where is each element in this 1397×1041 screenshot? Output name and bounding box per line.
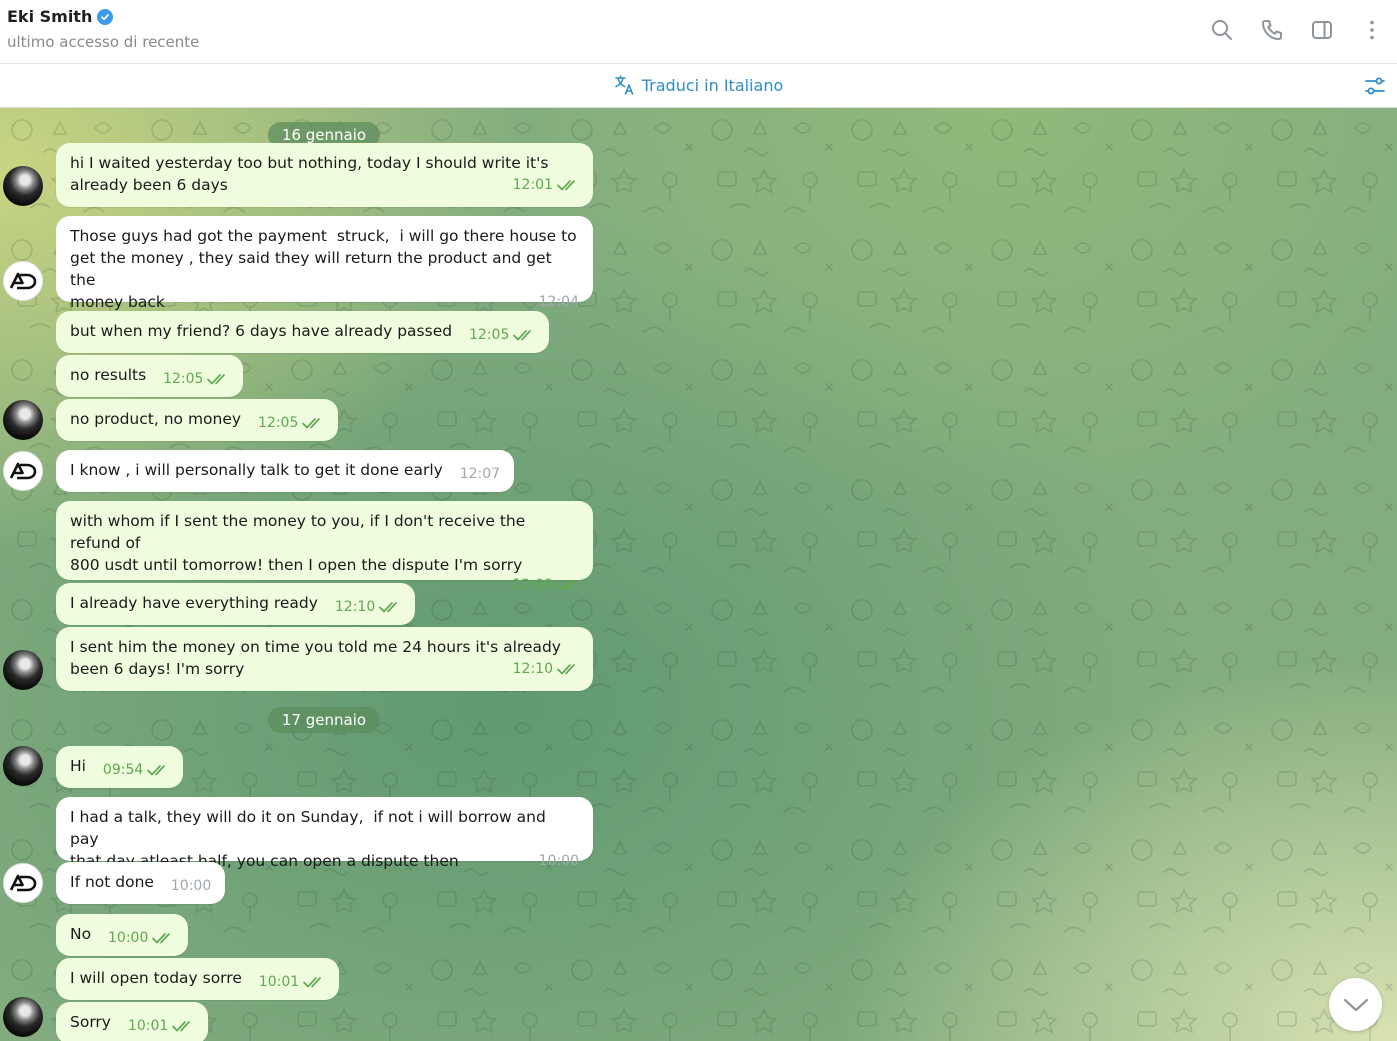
message-meta: 12:10 [335,596,401,618]
message-meta: 10:01 [128,1015,194,1037]
message-bubble-incoming[interactable]: I had a talk, they will do it on Sunday,… [56,797,593,870]
double-check-icon [557,180,575,191]
message-time: 12:05 [258,415,299,431]
double-check-icon [207,374,226,385]
message-meta: 09:54 [103,759,169,781]
ad-logo-icon [9,272,37,290]
message-text: with whom if I sent the money to you, if… [70,512,526,574]
sender-avatar[interactable] [3,746,43,786]
message-time: 12:05 [469,327,510,343]
message-meta: 10:01 [259,971,325,993]
message-bubble-outgoing[interactable]: but when my friend? 6 days have already … [56,311,550,353]
message-text: no results [70,366,147,384]
message-text: If not done [70,873,154,891]
contact-name[interactable]: Eki Smith [7,7,92,26]
message-bubble-outgoing[interactable]: no product, no money 12:05 [56,399,339,441]
message-time: 10:01 [258,974,300,990]
sender-avatar[interactable] [3,863,43,903]
translate-button[interactable]: Traduci in Italiano [0,74,1397,96]
message-time: 10:00 [108,930,149,946]
message-bubble-outgoing[interactable]: Hi 09:54 [56,746,184,788]
message-meta: 12:07 [460,463,500,485]
double-check-icon [147,765,166,776]
sliders-icon [1365,77,1385,95]
message-time: 12:04 [538,294,579,310]
message-bubble-outgoing[interactable]: I sent him the money on time you told me… [56,627,593,691]
search-icon [1212,20,1232,40]
sidebar-toggle-icon [1312,21,1332,39]
message-bubble-outgoing[interactable]: No 10:00 [56,914,189,956]
sender-avatar[interactable] [3,997,43,1037]
message-text: Sorry [70,1013,111,1031]
message-bubble-outgoing[interactable]: I will open today sorre 10:01 [56,958,340,1000]
sender-avatar[interactable] [3,261,43,301]
toggle-sidebar-button[interactable] [1297,14,1347,46]
message-meta: 10:00 [171,875,211,897]
search-button[interactable] [1197,14,1247,46]
message-time: 12:10 [334,599,376,615]
date-separator: 17 gennaio [267,707,381,733]
message-text: I know , i will personally talk to get i… [70,461,443,479]
double-check-icon [379,602,398,613]
ad-logo-icon [9,874,37,892]
contact-name-row[interactable]: Eki Smith [7,7,114,26]
message-time: 12:10 [512,661,553,677]
chat-header: Eki Smith ultimo accesso di recente [0,0,1397,64]
message-bubble-incoming[interactable]: If not done 10:00 [56,862,226,904]
message-text: Hi [70,757,86,775]
translate-bar: Traduci in Italiano [0,64,1397,108]
message-text: no product, no money [70,410,242,428]
message-meta: 12:05 [469,324,535,346]
translate-icon [614,75,634,95]
message-meta: 12:05 [163,368,229,390]
chat-history[interactable]: 16 gennaio 17 gennaio hi I waited yester… [0,108,1397,1041]
message-text: No [70,925,92,943]
more-options-button[interactable] [1347,14,1397,46]
chevron-down-icon [1343,998,1368,1011]
double-check-icon [513,330,532,341]
message-text: I already have everything ready [70,594,318,612]
message-bubble-outgoing[interactable]: no results 12:05 [56,355,244,397]
message-bubble-incoming[interactable]: I know , i will personally talk to get i… [56,450,515,492]
double-check-icon [557,580,575,591]
scroll-to-bottom-button[interactable] [1329,978,1382,1031]
translate-label: Traduci in Italiano [641,75,784,95]
sender-avatar[interactable] [3,400,43,440]
message-bubble-outgoing[interactable]: hi I waited yesterday too but nothing, t… [56,143,593,207]
double-check-icon [557,664,575,675]
message-time: 12:07 [459,466,501,482]
message-time: 12:01 [512,177,553,193]
double-check-icon [303,977,322,988]
header-actions [1197,14,1397,46]
message-time: 09:54 [102,762,144,778]
message-bubble-incoming[interactable]: Those guys had got the payment struck, i… [56,216,593,311]
message-bubble-outgoing[interactable]: I already have everything ready 12:10 [56,583,416,625]
sender-avatar[interactable] [3,451,43,491]
translation-settings-button[interactable] [1363,74,1387,98]
sender-avatar[interactable] [3,166,43,206]
message-time: 12:09 [512,577,553,593]
message-time: 10:01 [127,1018,169,1034]
call-button[interactable] [1247,14,1297,46]
message-bubble-outgoing[interactable]: Sorry 10:01 [56,1002,209,1041]
more-vertical-icon [1370,20,1374,40]
message-time: 10:00 [538,853,579,869]
message-text: I will open today sorre [70,969,242,987]
phone-icon [1262,20,1282,40]
message-meta: 10:00 [108,927,174,949]
double-check-icon [152,933,171,944]
message-text: but when my friend? 6 days have already … [70,322,453,340]
contact-status: ultimo accesso di recente [7,33,200,51]
double-check-icon [172,1021,191,1032]
message-time: 12:05 [163,371,204,387]
sender-avatar[interactable] [3,650,43,690]
double-check-icon [302,418,321,429]
verified-badge-icon [97,8,114,25]
ad-logo-icon [9,462,37,480]
message-bubble-outgoing[interactable]: with whom if I sent the money to you, if… [56,501,593,593]
message-meta: 12:05 [258,412,324,434]
message-time: 10:00 [170,878,212,894]
